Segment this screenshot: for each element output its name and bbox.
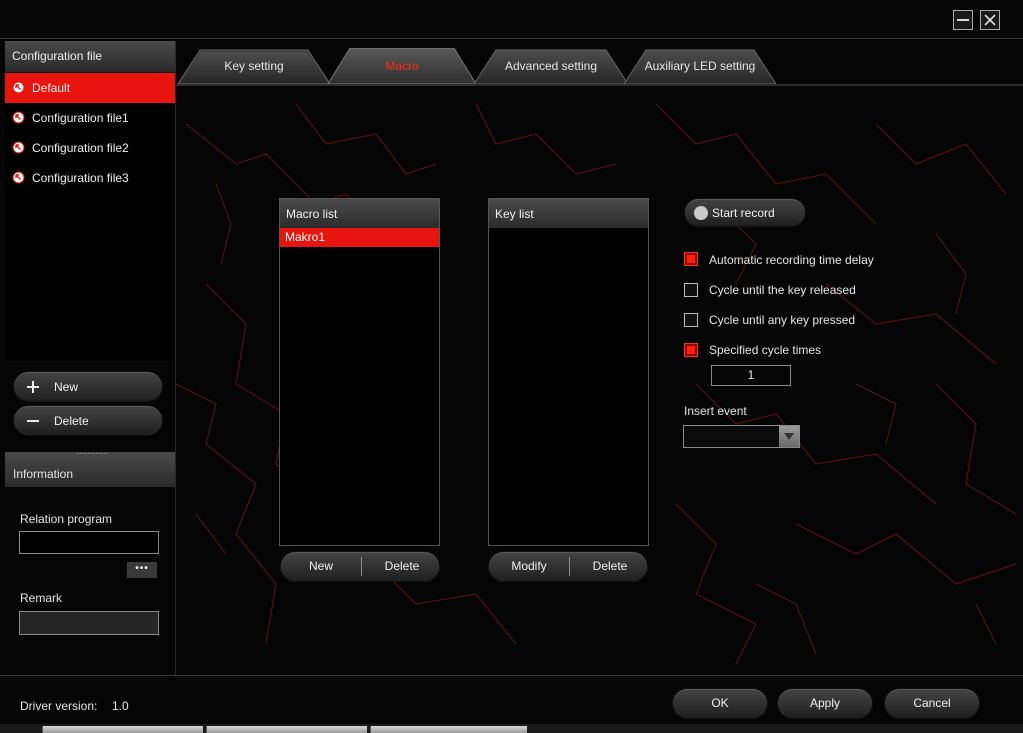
tab-label: Key setting — [224, 59, 284, 73]
footer-divider — [0, 675, 1023, 676]
config-item-file1[interactable]: Configuration file1 — [5, 103, 175, 133]
minimize-button[interactable] — [953, 10, 973, 30]
browse-button[interactable]: ••• — [127, 562, 157, 578]
relation-program-field[interactable] — [19, 531, 159, 554]
macro-list: Macro list Makro1 — [279, 198, 440, 546]
minimize-icon — [957, 19, 969, 21]
cycle-times-input[interactable]: 1 — [711, 365, 791, 386]
macro-list-header: Macro list — [280, 199, 439, 228]
new-config-label: New — [54, 380, 79, 394]
tab-label: Macro — [385, 59, 419, 73]
configuration-panel: Configuration file Default Configuration… — [5, 41, 175, 361]
config-item-file2[interactable]: Configuration file2 — [5, 133, 175, 163]
minus-icon — [27, 420, 39, 422]
config-icon — [12, 81, 25, 94]
specified-cycle-checkbox[interactable] — [684, 343, 698, 357]
plus-icon — [27, 381, 39, 393]
cycle-until-pressed-checkbox[interactable] — [684, 313, 698, 327]
close-icon — [984, 14, 996, 26]
start-record-label: Start record — [712, 206, 775, 220]
relation-program-label: Relation program — [20, 512, 113, 526]
config-item-label: Configuration file1 — [32, 111, 129, 125]
new-config-button[interactable]: New — [13, 371, 163, 402]
key-list-header: Key list — [489, 199, 648, 228]
config-icon — [12, 171, 25, 184]
cycle-until-released-checkbox[interactable] — [684, 283, 698, 297]
resize-grip[interactable] — [77, 453, 107, 456]
cycle-until-released-label: Cycle until the key released — [709, 283, 856, 297]
apply-button[interactable]: Apply — [777, 688, 873, 719]
tab-auxiliary-led-setting[interactable]: Auxiliary LED setting — [624, 48, 776, 84]
tab-key-setting[interactable]: Key setting — [178, 48, 330, 84]
delete-key-button[interactable]: Delete — [570, 552, 650, 581]
tab-underline — [176, 84, 1023, 86]
chevron-down-icon — [784, 433, 794, 440]
close-button[interactable] — [980, 10, 1000, 30]
config-item-label: Default — [32, 81, 71, 95]
macro-list-item[interactable]: Makro1 — [280, 228, 439, 247]
information-header: Information — [5, 452, 175, 487]
driver-version-value: 1.0 — [112, 699, 129, 713]
config-item-file3[interactable]: Configuration file3 — [5, 163, 175, 193]
information-title: Information — [13, 467, 74, 481]
configuration-header: Configuration file — [5, 41, 175, 73]
tab-advanced-setting[interactable]: Advanced setting — [474, 48, 628, 84]
macro-list-actions: New Delete — [280, 551, 440, 582]
cancel-button[interactable]: Cancel — [884, 688, 980, 719]
start-record-button[interactable]: Start record — [684, 198, 806, 227]
auto-delay-label: Automatic recording time delay — [709, 253, 874, 267]
delete-config-button[interactable]: Delete — [13, 405, 163, 436]
config-item-default[interactable]: Default — [5, 73, 175, 103]
config-icon — [12, 111, 25, 124]
insert-event-label: Insert event — [684, 404, 747, 418]
delete-config-label: Delete — [54, 414, 89, 428]
insert-event-dropdown[interactable] — [683, 425, 800, 448]
taskbar-item[interactable] — [42, 726, 203, 733]
tab-label: Advanced setting — [504, 59, 598, 73]
config-icon — [12, 141, 25, 154]
specified-cycle-label: Specified cycle times — [709, 343, 822, 357]
config-item-label: Configuration file2 — [32, 141, 129, 155]
ok-button[interactable]: OK — [672, 688, 768, 719]
tab-macro[interactable]: Macro — [328, 48, 476, 84]
key-list-actions: Modify Delete — [488, 551, 648, 582]
remark-label: Remark — [20, 591, 63, 605]
taskbar-item[interactable] — [370, 726, 527, 733]
record-icon — [694, 206, 708, 220]
taskbar-item[interactable] — [206, 726, 367, 733]
driver-version-label: Driver version: — [20, 699, 98, 713]
cycle-until-pressed-label: Cycle until any key pressed — [709, 313, 856, 327]
new-macro-button[interactable]: New — [281, 552, 361, 581]
config-item-label: Configuration file3 — [32, 171, 129, 185]
auto-delay-checkbox[interactable] — [684, 252, 698, 266]
sidebar-divider — [175, 41, 176, 675]
tab-label: Auxiliary LED setting — [644, 59, 756, 73]
key-list: Key list — [488, 198, 649, 546]
delete-macro-button[interactable]: Delete — [362, 552, 442, 581]
dropdown-arrow[interactable] — [779, 426, 799, 447]
modify-key-button[interactable]: Modify — [489, 552, 569, 581]
remark-field[interactable] — [19, 611, 159, 635]
title-divider — [0, 38, 1023, 39]
